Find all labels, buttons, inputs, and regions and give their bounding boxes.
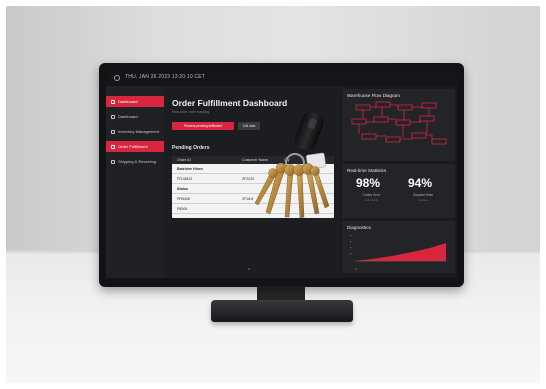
sidebar-item-label: Dashboard [118, 99, 138, 104]
box-icon [111, 129, 115, 134]
dashboard-icon [111, 99, 115, 104]
right-panel: Warehouse Flow Diagram Real-time Statist… [340, 86, 457, 278]
sidebar-item-dashboard[interactable]: Dashboard [106, 96, 164, 107]
table-header: Order ID Customer Name Qty Due Date [172, 156, 334, 164]
orders-sent-sub: order sent [364, 198, 378, 202]
pending-orders-table: Order ID Customer Name Qty Due Date Batc… [172, 156, 334, 218]
flow-node [361, 133, 377, 140]
clock-icon [114, 75, 120, 81]
top-bar: THU, JAN 26 2023 13:20:10 CET [106, 70, 457, 86]
flow-node [419, 115, 435, 122]
process-fulfillment-button[interactable]: Process pending fulfillment [172, 122, 234, 130]
table-cell: PR5406 [177, 197, 190, 201]
column-header-order-id: Order ID [177, 158, 191, 162]
flow-node [375, 101, 391, 108]
column-header-due-date: Due Date [310, 158, 326, 162]
page-subtitle: Real-time order tracking [172, 110, 210, 114]
table-cell: Status [177, 187, 188, 191]
sidebar-item-shipping[interactable]: Shipping & Receiving [106, 156, 164, 167]
flow-node [411, 132, 427, 139]
warehouse-flow-diagram [351, 101, 447, 145]
axis-tick [350, 253, 352, 255]
flow-node [373, 116, 389, 123]
table-cell: PO18523 [177, 177, 193, 181]
table-row[interactable]: PO18523 2F2220 [172, 174, 334, 184]
realtime-stats-panel: Real-time Statistics 98% Orders Sent ord… [342, 164, 455, 218]
sidebar-item-order-fulfillment[interactable]: Order Fulfillment [106, 141, 164, 152]
sidebar-item-label: Shipping & Receiving [118, 159, 157, 164]
table-row[interactable]: Status [172, 184, 334, 194]
orders-sent-label: Orders Sent [362, 193, 380, 197]
orders-sent-value: 98% [356, 176, 381, 190]
dispatch-rate-sub: on time [418, 198, 428, 202]
dispatch-rate-value: 94% [408, 176, 433, 190]
warehouse-flow-panel: Warehouse Flow Diagram [342, 89, 455, 161]
table-cell: Batchine Hines [177, 167, 203, 171]
flow-node [397, 104, 413, 111]
indicator-dot [355, 268, 357, 270]
sidebar-item-inventory[interactable]: Inventory Management [106, 126, 164, 137]
cart-icon [111, 144, 115, 149]
monitor-screen: THU, JAN 26 2023 13:20:10 CET Dashboard … [106, 70, 457, 278]
table-row[interactable]: P8506 [172, 204, 334, 214]
sidebar-item-dashboard-2[interactable]: Dashboard [106, 111, 164, 122]
axis-tick [350, 247, 352, 249]
flow-node [395, 119, 411, 126]
sidebar-item-label: Inventory Management [118, 129, 159, 134]
axis-tick [350, 235, 352, 237]
column-header-customer: Customer Name [242, 158, 269, 162]
main-content: Order Fulfillment Dashboard Real-time or… [166, 86, 336, 278]
table-row[interactable]: PR5406 2F18:8 [172, 194, 334, 204]
table-cell: 2F2220 [242, 177, 255, 181]
truck-icon [111, 159, 115, 164]
flow-node [355, 104, 371, 111]
dispatch-rate-label: Dispatch Rate [412, 193, 434, 197]
table-cell: 2F18:8 [242, 197, 254, 201]
table-row[interactable]: Batchine Hines [172, 164, 334, 174]
column-header-qty: Qty [284, 158, 290, 162]
sidebar-item-label: Order Fulfillment [118, 144, 148, 149]
flow-node [431, 138, 447, 145]
diagnostics-panel: Diagnostics [342, 221, 455, 273]
flow-node [421, 102, 437, 109]
axis-tick [350, 241, 352, 243]
sidebar: Dashboard Dashboard Inventory Management… [106, 86, 164, 278]
flow-node [351, 118, 367, 125]
datetime-label: THU, JAN 26 2023 13:20:10 CET [125, 74, 206, 80]
indicator-dot [248, 268, 250, 270]
page-title: Order Fulfillment Dashboard [172, 98, 288, 108]
diagnostics-chart [350, 235, 446, 262]
monitor-stand-base [211, 300, 353, 322]
grid-icon [111, 114, 115, 119]
table-cell: P8506 [177, 207, 188, 211]
flow-node [385, 136, 401, 143]
edit-data-button[interactable]: Edit data [238, 122, 260, 130]
stats-title: Real-time Statistics [347, 168, 387, 173]
diagnostics-area [354, 243, 446, 261]
pending-orders-title: Pending Orders [172, 145, 210, 151]
sidebar-item-label: Dashboard [118, 114, 138, 119]
